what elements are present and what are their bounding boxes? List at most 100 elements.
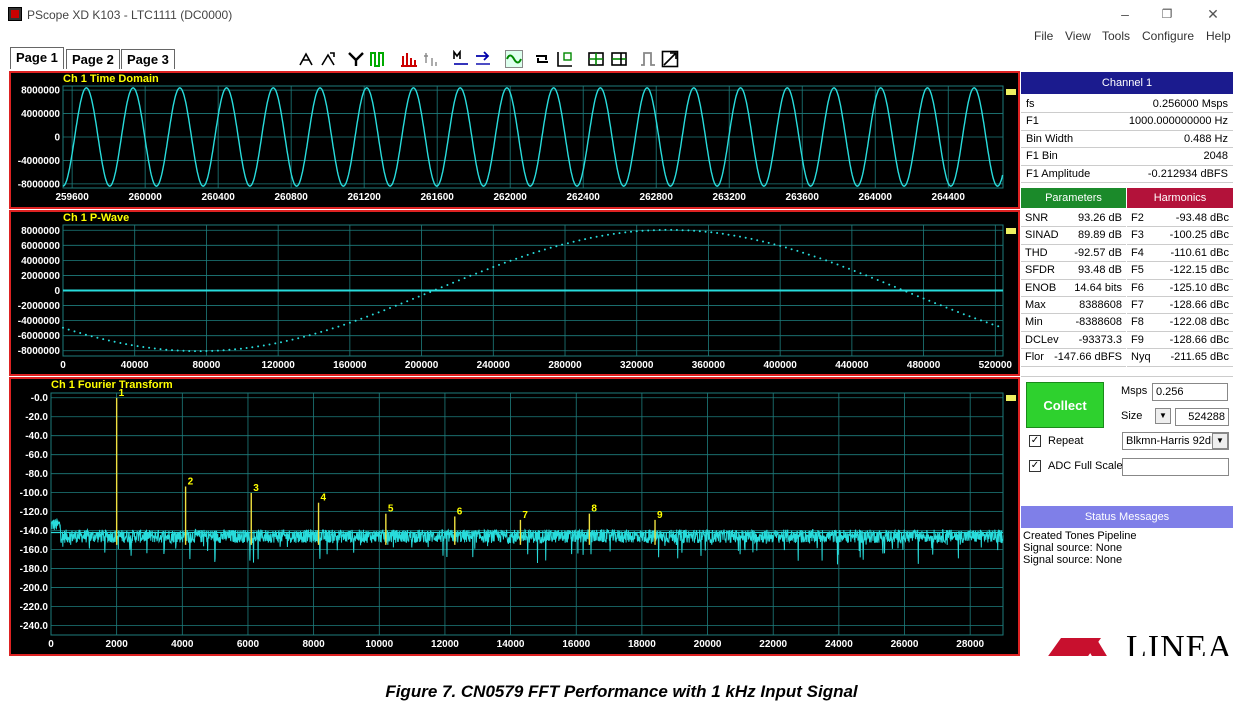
p-wave-point [756, 239, 759, 242]
waveform-icon[interactable] [369, 50, 387, 68]
close-button[interactable]: ✕ [1198, 4, 1228, 24]
p-wave-point [532, 252, 535, 254]
p-wave-point [848, 267, 850, 270]
p-wave-point [779, 244, 782, 247]
channel-row-value: 0.256000 Msps [1152, 98, 1228, 110]
p-wave-point [578, 239, 581, 242]
maximize-button[interactable]: ❐ [1152, 4, 1182, 24]
p-wave-point [331, 327, 334, 330]
p-wave-point [142, 346, 145, 348]
harmonic-row-value: -211.65 dBc [1170, 351, 1229, 364]
average-icon[interactable] [452, 50, 470, 68]
p-wave-point [928, 299, 931, 302]
p-wave-point [297, 337, 300, 340]
x-tick-label: 261600 [420, 192, 454, 203]
p-wave-point [486, 268, 489, 271]
trace-marker[interactable] [1006, 89, 1016, 95]
x-tick-label: 520000 [979, 360, 1013, 371]
x-tick-label: 262000 [493, 192, 527, 203]
parameter-row-key: SNR [1025, 212, 1049, 224]
p-wave-point [641, 229, 644, 232]
menu-tools[interactable]: Tools [1102, 29, 1130, 43]
p-wave-point [452, 281, 455, 284]
menu-view[interactable]: View [1065, 29, 1091, 43]
collect-button[interactable]: Collect [1026, 382, 1104, 428]
p-wave-point [871, 276, 873, 279]
p-wave-point [985, 321, 988, 324]
average-arrow-icon[interactable] [474, 50, 492, 68]
p-wave-point [630, 230, 632, 233]
p-wave-point [607, 233, 609, 236]
parameter-row: DCLev -93373.3 [1021, 331, 1126, 350]
pulse-icon[interactable] [639, 50, 657, 68]
x-tick-label: 262800 [640, 192, 674, 203]
adc-full-scale-checkbox[interactable]: ✓ [1029, 460, 1041, 472]
x-tick-label: 16000 [562, 639, 590, 650]
fft-chart[interactable]: 0 2000 4000 6000 8000 10000 12000 14000 16000 180… [11, 379, 1018, 654]
grid-alt-icon[interactable] [610, 50, 628, 68]
window-dropdown-arrow[interactable]: ▼ [1212, 433, 1228, 449]
menu-file[interactable]: File [1034, 29, 1053, 43]
menu-configure[interactable]: Configure [1142, 29, 1194, 43]
p-wave-point [234, 348, 237, 351]
fft-title: Ch 1 Fourier Transform [51, 379, 173, 391]
harmonic-label: 3 [253, 483, 259, 494]
p-wave-chart[interactable]: 0 40000 80000 120000 160000 200000 240000 28000… [11, 212, 1018, 374]
sine-icon[interactable] [505, 50, 523, 68]
channel-row-key: fs [1026, 98, 1035, 110]
y-tick-label: 4000000 [21, 256, 60, 267]
harmonic-row-value: -100.25 dBc [1169, 229, 1229, 242]
loop-icon[interactable] [533, 50, 551, 68]
size-input[interactable]: 524288 [1175, 408, 1229, 426]
p-wave-point [389, 307, 391, 309]
adc-full-scale-label: ADC Full Scale [1048, 460, 1123, 472]
harmonic-row: F9 -128.66 dBc [1127, 331, 1233, 350]
bar-chart-icon[interactable] [400, 50, 418, 68]
menu-help[interactable]: Help [1206, 29, 1231, 43]
p-wave-point [262, 344, 265, 347]
tab-page-2[interactable]: Page 2 [66, 49, 120, 69]
p-wave-point [492, 266, 495, 268]
x-tick-label: 360000 [692, 360, 726, 371]
y-tick-label: 0 [54, 286, 60, 297]
parameter-row: Flor -147.66 dBFS [1021, 349, 1126, 367]
grid-icon[interactable] [587, 50, 605, 68]
trace-marker[interactable] [1006, 395, 1016, 401]
p-wave-point [498, 263, 500, 266]
tab-page-3[interactable]: Page 3 [121, 49, 175, 69]
p-wave-point [555, 245, 558, 248]
msps-label: Msps [1121, 385, 1148, 397]
fit-icon[interactable] [661, 50, 679, 68]
msps-input[interactable]: 0.256 [1152, 383, 1228, 401]
filter-icon[interactable] [347, 50, 365, 68]
chart-zoom-icon[interactable] [556, 50, 574, 68]
window-title: PScope XD K103 - LTC1111 (DC0000) [27, 8, 233, 22]
x-tick-label: 18000 [628, 639, 656, 650]
time-domain-chart[interactable]: 259600 260000 260400 260800 261200 261600 2620… [11, 73, 1018, 207]
p-wave-point [721, 232, 724, 235]
x-tick-label: 120000 [261, 360, 295, 371]
pan-icon[interactable] [319, 50, 337, 68]
size-dropdown-arrow[interactable]: ▼ [1155, 408, 1171, 424]
parameter-row-value: 93.48 dB [1077, 264, 1122, 277]
p-wave-point [693, 229, 696, 232]
parameter-row-key: ENOB [1025, 281, 1057, 294]
y-tick-label: -160.0 [20, 545, 49, 556]
harmonic-row: F4 -110.61 dBc [1127, 244, 1233, 263]
x-tick-label: 261200 [347, 192, 381, 203]
tab-page-1[interactable]: Page 1 [10, 47, 64, 69]
harmonic-row-value: -128.66 dBc [1169, 299, 1229, 311]
harmonics-header: Harmonics [1127, 188, 1233, 208]
trace-marker[interactable] [1006, 228, 1016, 234]
harmonic-row: F3 -100.25 dBc [1127, 227, 1233, 245]
minimize-button[interactable]: – [1110, 4, 1140, 24]
p-wave-point [744, 236, 747, 239]
repeat-checkbox[interactable]: ✓ [1029, 435, 1041, 447]
y-tick-label: -0.0 [31, 393, 49, 404]
harmonic-label: 8 [591, 504, 597, 515]
channel-row-key: Bin Width [1026, 132, 1074, 145]
harmonic-label: 4 [321, 493, 327, 504]
add-icon[interactable] [422, 50, 440, 68]
adc-full-scale-input[interactable] [1122, 458, 1229, 476]
zoom-icon[interactable] [298, 50, 316, 68]
